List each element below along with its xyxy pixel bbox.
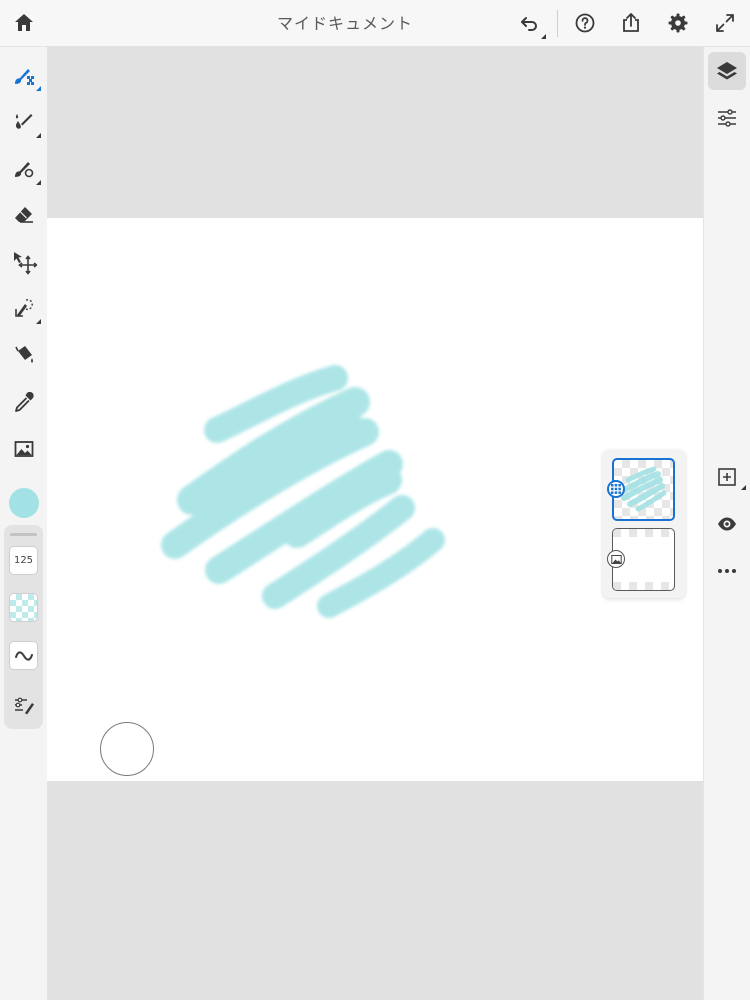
brush-settings-button[interactable] xyxy=(9,690,38,719)
app-window: マイドキュメント 125 xyxy=(0,0,750,1000)
pixel-brush-icon xyxy=(15,69,34,85)
vector-brush-icon xyxy=(15,162,34,178)
layer-properties-icon xyxy=(718,109,736,127)
vector-brush-tool[interactable] xyxy=(4,149,44,189)
tool-menu-indicator xyxy=(36,319,41,324)
help-button[interactable] xyxy=(567,5,603,41)
image-layer-icon xyxy=(610,554,622,564)
transform-icon xyxy=(14,252,37,275)
layers-button[interactable] xyxy=(708,52,746,90)
undo-button[interactable] xyxy=(511,5,547,41)
fill-tool[interactable] xyxy=(4,335,44,375)
document-title[interactable]: マイドキュメント xyxy=(225,0,465,47)
undo-menu-indicator xyxy=(541,34,546,39)
tool-menu-indicator xyxy=(36,180,41,185)
flow-icon xyxy=(14,650,33,661)
layer-properties-button[interactable] xyxy=(708,99,746,137)
live-brush-tool[interactable] xyxy=(4,102,44,142)
share-icon xyxy=(623,13,639,32)
brush-settings-icon xyxy=(14,697,34,714)
toolbar-divider xyxy=(557,10,558,37)
help-icon xyxy=(575,13,595,33)
fill-icon xyxy=(15,346,33,363)
tool-menu-indicator xyxy=(36,86,41,91)
eyedropper-tool[interactable] xyxy=(4,382,44,422)
more-icon xyxy=(718,569,736,573)
brush-size-value: 125 xyxy=(13,555,34,566)
selection-tool[interactable] xyxy=(4,288,44,328)
image-icon xyxy=(14,441,34,457)
fullscreen-icon xyxy=(716,14,734,32)
undo-icon xyxy=(521,17,537,31)
visibility-button[interactable] xyxy=(708,505,746,543)
transform-tool[interactable] xyxy=(4,242,44,282)
brush-size-button[interactable]: 125 xyxy=(9,546,38,575)
right-toolbar xyxy=(703,47,750,1000)
panel-handle[interactable] xyxy=(10,533,37,536)
pixel-brush-tool[interactable] xyxy=(4,55,44,95)
pixel-layer-badge xyxy=(607,480,625,498)
transparency-strip xyxy=(613,582,674,590)
share-button[interactable] xyxy=(613,5,649,41)
pixel-layer-icon xyxy=(611,484,621,494)
eraser-tool[interactable] xyxy=(4,195,44,235)
brush-settings-panel: 125 xyxy=(4,525,43,729)
home-icon xyxy=(15,14,33,31)
fullscreen-button[interactable] xyxy=(707,5,743,41)
add-layer-button[interactable] xyxy=(708,458,746,496)
flow-button[interactable] xyxy=(9,641,38,670)
more-button[interactable] xyxy=(708,552,746,590)
image-tool[interactable] xyxy=(4,429,44,469)
settings-icon xyxy=(668,13,688,33)
selection-icon xyxy=(15,299,33,317)
add-layer-icon xyxy=(718,468,736,486)
top-bar: マイドキュメント xyxy=(0,0,750,47)
eraser-icon xyxy=(15,207,33,223)
left-toolbar: 125 xyxy=(0,47,47,1000)
home-button[interactable] xyxy=(6,5,42,41)
color-swatch[interactable] xyxy=(9,488,39,518)
transparency-strip xyxy=(613,529,674,537)
live-brush-icon xyxy=(15,114,33,129)
layers-icon xyxy=(717,62,737,80)
opacity-button[interactable] xyxy=(9,593,38,622)
brush-cursor xyxy=(100,722,154,776)
visibility-icon xyxy=(718,517,736,531)
add-layer-menu-indicator xyxy=(741,485,746,490)
tool-menu-indicator xyxy=(36,133,41,138)
layers-panel xyxy=(603,450,685,598)
settings-button[interactable] xyxy=(660,5,696,41)
eyedropper-icon xyxy=(15,391,34,412)
background-layer-badge xyxy=(607,550,625,568)
